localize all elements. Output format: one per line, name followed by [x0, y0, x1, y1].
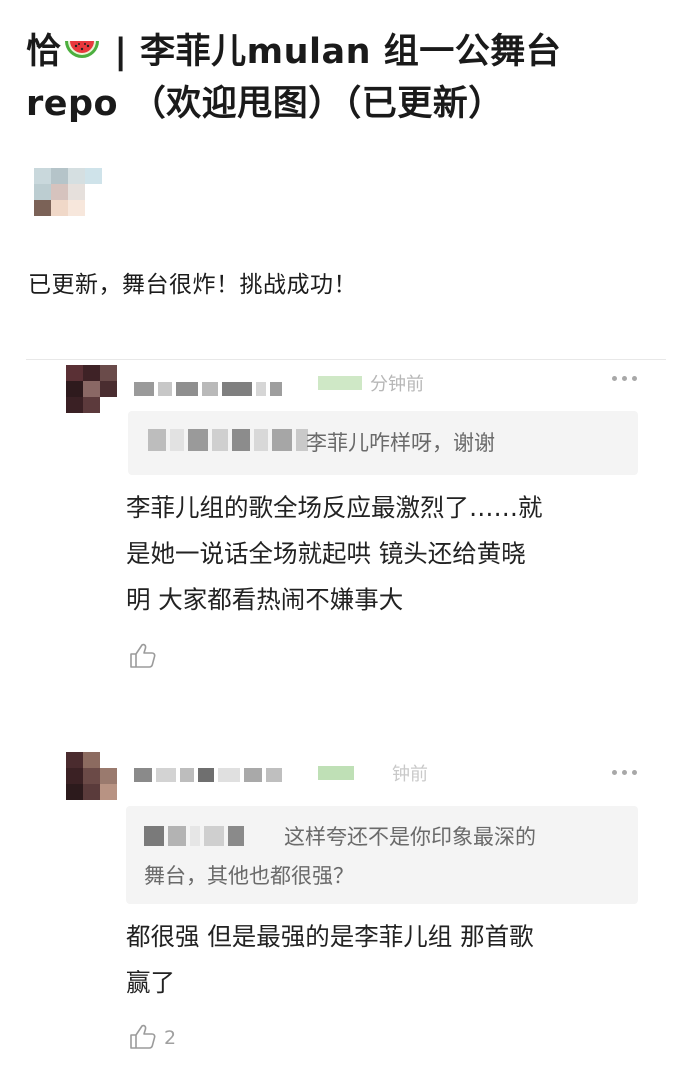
like-icon[interactable]	[128, 1022, 158, 1052]
like-icon[interactable]	[128, 641, 158, 671]
divider	[26, 359, 666, 360]
quote-line: 这样夸还不是你印象最深的	[284, 825, 536, 849]
quote-text: 李菲儿咋样呀，谢谢	[306, 431, 495, 455]
post-body: 已更新，舞台很炸！挑战成功！	[28, 272, 357, 298]
commenter-avatar[interactable]	[66, 752, 117, 800]
title-rest: | 李菲儿mulan 组一公舞台	[101, 32, 562, 72]
quote-text-line2: 舞台，其他也都很强？	[144, 864, 354, 888]
commenter-avatar[interactable]	[66, 365, 117, 413]
quoted-user-blurred	[144, 826, 244, 846]
quoted-user-blurred	[148, 429, 308, 451]
title-line-1: 恰 | 李菲儿mulan 组一公舞台	[26, 26, 666, 78]
title-line-2: repo （欢迎甩图）（已更新）	[26, 84, 504, 124]
title-prefix: 恰	[26, 32, 62, 72]
blurred-badge	[318, 766, 354, 780]
watermelon-icon	[64, 41, 99, 58]
commenter-name-blurred[interactable]	[134, 382, 282, 396]
reply-text: 都很强 但是最强的是李菲儿组 那首歌 赢了	[126, 914, 534, 1006]
reply-line: 是她一说话全场就起哄 镜头还给黄晓	[126, 539, 526, 568]
reply-line: 李菲儿组的歌全场反应最激烈了……就	[126, 493, 543, 522]
reply-line: 都很强 但是最强的是李菲儿组 那首歌	[126, 922, 534, 951]
comment-time: 钟前	[392, 764, 428, 785]
blurred-badge	[318, 376, 362, 390]
quote-text: 这样夸还不是你印象最深的	[284, 820, 536, 854]
reply-line: 赢了	[126, 968, 175, 997]
more-options-icon[interactable]	[612, 765, 642, 779]
quoted-comment[interactable]: 这样夸还不是你印象最深的 舞台，其他也都很强？	[126, 806, 638, 904]
like-count: 2	[164, 1027, 177, 1049]
post-title: 恰 | 李菲儿mulan 组一公舞台 repo （欢迎甩图）（已更新）	[26, 26, 666, 130]
commenter-name-blurred[interactable]	[134, 768, 282, 782]
author-avatar[interactable]	[34, 168, 102, 216]
more-options-icon[interactable]	[612, 371, 642, 385]
comment-time: 分钟前	[370, 374, 424, 395]
quoted-comment[interactable]: 李菲儿咋样呀，谢谢	[128, 411, 638, 475]
reply-text: 李菲儿组的歌全场反应最激烈了……就 是她一说话全场就起哄 镜头还给黄晓 明 大家…	[126, 485, 543, 623]
reply-line: 明 大家都看热闹不嫌事大	[126, 585, 404, 614]
